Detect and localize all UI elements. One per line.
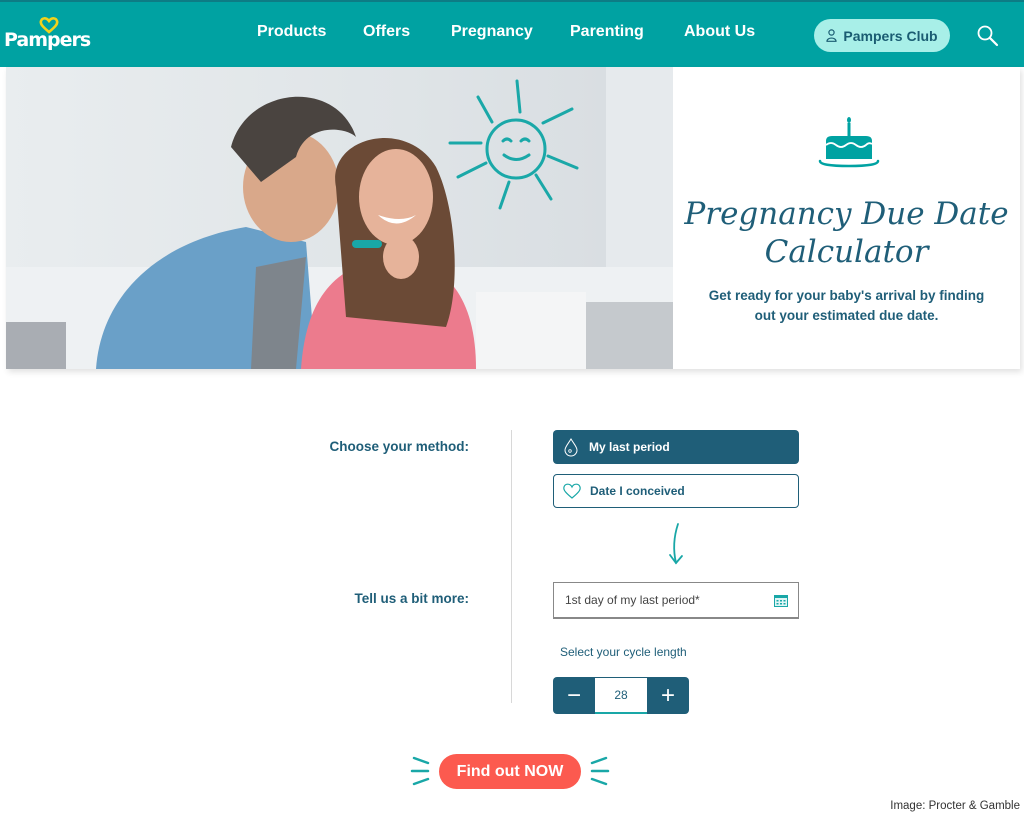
- hero-subtitle-line2: out your estimated due date.: [754, 308, 939, 323]
- search-icon[interactable]: [976, 24, 1000, 48]
- burst-right-icon: [590, 756, 610, 786]
- nav-pregnancy[interactable]: Pregnancy: [451, 23, 533, 41]
- method-date-conceived-button[interactable]: Date I conceived: [553, 474, 799, 508]
- cycle-length-stepper: − 28 +: [553, 677, 689, 714]
- more-info-label: Tell us a bit more:: [354, 591, 469, 606]
- cycle-length-value[interactable]: 28: [595, 677, 647, 714]
- droplet-icon: [564, 438, 578, 457]
- arrow-down-icon: [669, 523, 683, 565]
- decrement-button[interactable]: −: [553, 677, 595, 714]
- cake-icon: [818, 117, 880, 168]
- calendar-icon[interactable]: [774, 594, 788, 607]
- pampers-logo[interactable]: Pampers: [4, 16, 91, 56]
- site-header: Pampers Products Offers Pregnancy Parent…: [0, 0, 1024, 67]
- page-title-line1: Pregnancy Due Date: [684, 196, 1009, 232]
- increment-button[interactable]: +: [647, 677, 689, 714]
- cycle-length-label: Select your cycle length: [560, 645, 687, 659]
- hero-illustration: [6, 67, 673, 369]
- method-last-period-label: My last period: [589, 440, 670, 454]
- user-icon: [826, 29, 838, 42]
- image-credit: Image: Procter & Gamble: [890, 800, 1020, 812]
- page-title: Pregnancy Due Date Calculator: [673, 195, 1020, 271]
- method-label: Choose your method:: [329, 439, 469, 454]
- burst-left-icon: [410, 756, 430, 786]
- method-date-conceived-label: Date I conceived: [590, 484, 685, 498]
- method-last-period-button[interactable]: My last period: [553, 430, 799, 464]
- hero-subtitle: Get ready for your baby's arrival by fin…: [673, 286, 1020, 326]
- find-out-now-button[interactable]: Find out NOW: [439, 754, 581, 789]
- date-input-placeholder: 1st day of my last period*: [565, 593, 700, 607]
- pampers-club-button[interactable]: Pampers Club: [814, 19, 950, 52]
- heart-icon: [563, 483, 581, 499]
- nav-offers[interactable]: Offers: [363, 23, 410, 41]
- hero-banner: Pregnancy Due Date Calculator Get ready …: [6, 67, 1020, 369]
- nav-products[interactable]: Products: [257, 23, 326, 41]
- pampers-club-label: Pampers Club: [843, 27, 938, 44]
- page-title-line2: Calculator: [764, 234, 929, 270]
- hero-text-panel: Pregnancy Due Date Calculator Get ready …: [673, 67, 1020, 369]
- hero-subtitle-line1: Get ready for your baby's arrival by fin…: [708, 288, 985, 303]
- hero-photo-couple: [6, 67, 673, 369]
- logo-text: Pampers: [4, 29, 91, 51]
- form-divider: [511, 430, 512, 703]
- nav-about-us[interactable]: About Us: [684, 23, 755, 41]
- nav-parenting[interactable]: Parenting: [570, 23, 644, 41]
- last-period-date-input[interactable]: 1st day of my last period*: [553, 582, 799, 619]
